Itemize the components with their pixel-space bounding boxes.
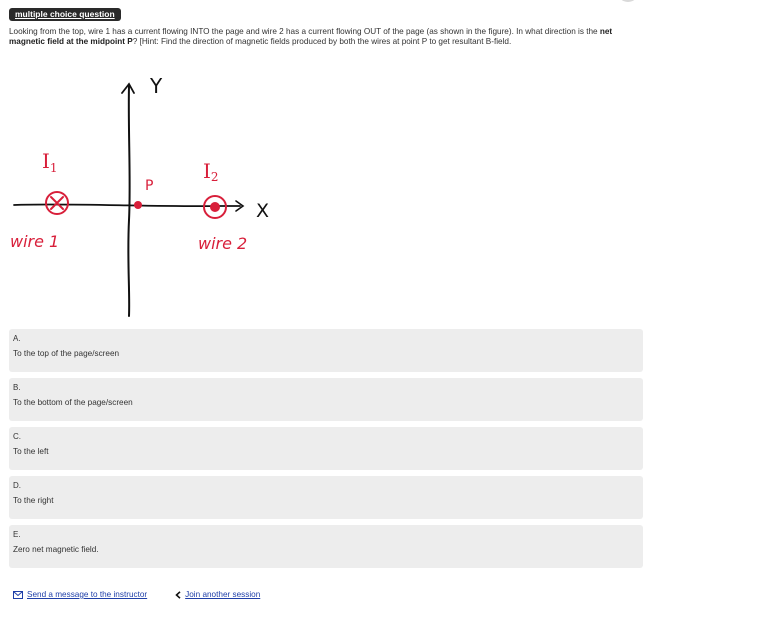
option-letter: D. <box>13 481 21 490</box>
i2-label: I2 <box>203 159 219 184</box>
option-text: To the right <box>13 496 54 505</box>
i2-subscript: 2 <box>211 170 219 184</box>
chevron-left-icon <box>175 590 181 599</box>
y-axis-line <box>127 85 131 317</box>
x-axis-label: X <box>256 200 269 222</box>
question-figure: Y X I1 wire 1 P I2 wire 2 <box>0 60 300 322</box>
question-text-part1: Looking from the top, wire 1 has a curre… <box>9 27 600 36</box>
wire2-label: wire 2 <box>198 234 247 253</box>
join-session-item: Join another session <box>175 590 260 599</box>
option-text: Zero net magnetic field. <box>13 545 99 554</box>
option-d[interactable]: D. To the right <box>9 476 643 519</box>
footer-links: Send a message to the instructor Join an… <box>13 590 260 599</box>
i1-letter: I <box>42 149 50 173</box>
answer-options: A. To the top of the page/screen B. To t… <box>9 329 643 574</box>
i1-label: I1 <box>42 149 58 175</box>
option-text: To the bottom of the page/screen <box>13 398 133 407</box>
question-type-badge: multiple choice question <box>9 8 121 21</box>
wire1-label: wire 1 <box>10 232 59 251</box>
option-text: To the left <box>13 447 49 456</box>
send-message-link[interactable]: Send a message to the instructor <box>27 590 147 599</box>
option-c[interactable]: C. To the left <box>9 427 643 470</box>
y-axis-label: Y <box>149 74 163 98</box>
option-b[interactable]: B. To the bottom of the page/screen <box>9 378 643 421</box>
option-letter: E. <box>13 530 21 539</box>
question-text: Looking from the top, wire 1 has a curre… <box>9 27 649 47</box>
wire1-symbol-into-page <box>45 191 69 215</box>
question-text-part2: ? [Hint: Find the direction of magnetic … <box>132 37 512 46</box>
send-message-item: Send a message to the instructor <box>13 590 147 599</box>
magnetic-field-diagram: Y X I1 wire 1 P I2 wire 2 <box>10 74 269 317</box>
join-session-link[interactable]: Join another session <box>185 590 260 599</box>
midpoint-p-dot <box>134 201 142 209</box>
i2-letter: I <box>203 159 211 183</box>
option-letter: B. <box>13 383 21 392</box>
option-e[interactable]: E. Zero net magnetic field. <box>9 525 643 568</box>
option-letter: C. <box>13 432 21 441</box>
option-a[interactable]: A. To the top of the page/screen <box>9 329 643 372</box>
option-letter: A. <box>13 334 21 343</box>
option-text: To the top of the page/screen <box>13 349 120 358</box>
x-axis-line <box>13 203 241 208</box>
decorative-corner-shape <box>617 0 639 2</box>
envelope-icon <box>13 590 23 599</box>
midpoint-p-label: P <box>145 178 153 194</box>
i1-subscript: 1 <box>50 161 58 175</box>
